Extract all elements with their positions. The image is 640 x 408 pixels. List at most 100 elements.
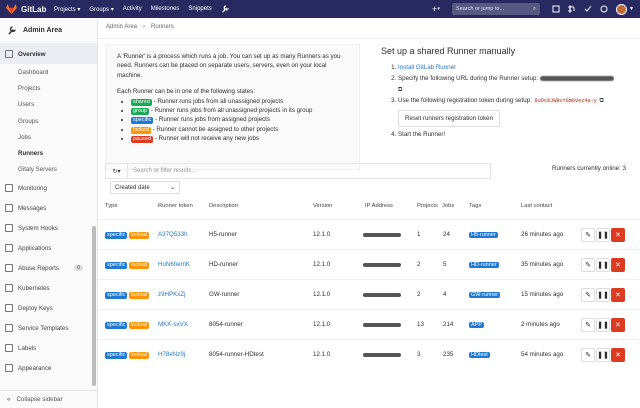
breadcrumb-runners[interactable]: Runners bbox=[151, 24, 174, 30]
redacted-ip-address bbox=[363, 233, 401, 237]
specific-badge: specific bbox=[105, 232, 128, 239]
sort-dropdown[interactable]: Created date ⌄ bbox=[110, 181, 180, 194]
tag-badge: GW-runner bbox=[469, 292, 501, 298]
sidebar-item-system-hooks[interactable]: System Hooks bbox=[0, 218, 97, 238]
sidebar-item-dashboard[interactable]: Dashboard bbox=[0, 64, 97, 80]
runner-token-link[interactable]: H78eNz9j bbox=[158, 351, 185, 358]
runner-states-list: shared - Runner runs jobs from all unass… bbox=[117, 97, 349, 144]
runner-version: 12.1.0 bbox=[313, 351, 331, 358]
specific-badge: specific bbox=[105, 292, 128, 299]
sidebar-item-messages[interactable]: Messages bbox=[0, 198, 97, 218]
runner-token-link[interactable]: MKK-sxVX bbox=[158, 321, 188, 328]
overview-icon bbox=[5, 50, 13, 58]
user-avatar[interactable] bbox=[616, 3, 628, 15]
collapse-sidebar-button[interactable]: « Collapse sidebar bbox=[0, 390, 98, 408]
sidebar-item-abuse-reports[interactable]: Abuse Reports 0 bbox=[0, 258, 97, 278]
help-button[interactable] bbox=[596, 0, 612, 18]
key-icon bbox=[5, 304, 13, 313]
sidebar-item-gitaly-servers[interactable]: Gitaly Servers bbox=[0, 162, 97, 178]
copy-icon[interactable]: ⧉ bbox=[398, 86, 402, 93]
nav-snippets[interactable]: Snippets bbox=[188, 6, 211, 12]
remove-runner-button[interactable]: ✕ bbox=[611, 228, 625, 242]
breadcrumb: Admin Area › Runners bbox=[106, 24, 174, 30]
column-header-ip: IP Address bbox=[365, 203, 393, 209]
brand-name: GitLab bbox=[21, 4, 47, 14]
merge-requests-button[interactable] bbox=[564, 0, 580, 18]
pause-icon: ❚❚ bbox=[597, 262, 609, 269]
gitlab-logo[interactable]: GitLab bbox=[6, 4, 54, 14]
chevron-down-icon[interactable]: ▼ bbox=[629, 6, 634, 12]
pause-runner-button[interactable]: ❚❚ bbox=[596, 288, 610, 302]
edit-runner-button[interactable]: ✎ bbox=[581, 288, 595, 302]
new-dropdown-button[interactable]: + ▾ bbox=[432, 4, 446, 14]
remove-runner-button[interactable]: ✕ bbox=[611, 288, 625, 302]
runner-tag: HD-runner bbox=[469, 261, 499, 268]
sidebar-scrollbar[interactable] bbox=[92, 226, 96, 386]
state-description: - Runner runs jobs from all unassigned p… bbox=[150, 107, 313, 115]
admin-wrench-icon[interactable] bbox=[221, 5, 229, 13]
sidebar-item-runners[interactable]: Runners bbox=[0, 145, 97, 161]
sidebar-item-service-templates[interactable]: Service Templates bbox=[0, 318, 97, 338]
sidebar-header[interactable]: Admin Area bbox=[0, 18, 97, 44]
sidebar-item-appearance[interactable]: Appearance bbox=[0, 358, 97, 378]
pause-icon: ❚❚ bbox=[597, 292, 609, 299]
group-badge: group bbox=[131, 108, 150, 116]
runner-token-link[interactable]: A37Q533h bbox=[158, 231, 188, 238]
nav-groups[interactable]: Groups ▾ bbox=[89, 6, 113, 13]
sidebar-item-monitoring[interactable]: Monitoring bbox=[0, 178, 97, 198]
recent-searches-button[interactable]: ↻▾ bbox=[106, 163, 128, 179]
runner-version: 12.1.0 bbox=[313, 231, 331, 238]
redacted-ip-address bbox=[363, 353, 401, 357]
runner-last-contact: 2 minutes ago bbox=[521, 321, 560, 328]
sidebar-item-kubernetes[interactable]: Kubernetes bbox=[0, 278, 97, 298]
tag-badge: H5-runner bbox=[469, 232, 498, 238]
sidebar-item-applications[interactable]: Applications bbox=[0, 238, 97, 258]
close-icon: ✕ bbox=[615, 322, 621, 329]
list-item: group - Runner runs jobs from all unassi… bbox=[131, 106, 349, 116]
remove-runner-button[interactable]: ✕ bbox=[611, 318, 625, 332]
sidebar-item-overview[interactable]: Overview bbox=[0, 44, 97, 64]
breadcrumb-admin-area[interactable]: Admin Area bbox=[106, 24, 137, 30]
runner-token-link[interactable]: HoN6hemK bbox=[158, 261, 190, 268]
sidebar-item-projects[interactable]: Projects bbox=[0, 80, 97, 96]
todos-button[interactable] bbox=[580, 0, 596, 18]
nav-activity[interactable]: Activity bbox=[123, 6, 142, 12]
edit-runner-button[interactable]: ✎ bbox=[581, 228, 595, 242]
filter-search-bar[interactable]: ↻▾ Search or filter results... bbox=[105, 163, 491, 179]
remove-runner-button[interactable]: ✕ bbox=[611, 258, 625, 272]
search-input[interactable]: Search or jump to... ⌕ bbox=[452, 3, 541, 15]
setup-steps: Install GitLab Runner Specify the follow… bbox=[381, 62, 640, 140]
edit-runner-button[interactable]: ✎ bbox=[581, 258, 595, 272]
edit-runner-button[interactable]: ✎ bbox=[581, 318, 595, 332]
pause-runner-button[interactable]: ❚❚ bbox=[596, 258, 610, 272]
search-placeholder: Search or jump to... bbox=[456, 6, 505, 12]
sidebar-item-label: Monitoring bbox=[18, 184, 47, 192]
close-icon: ✕ bbox=[615, 352, 621, 359]
pause-runner-button[interactable]: ❚❚ bbox=[596, 348, 610, 362]
step-text: Use the following registration token dur… bbox=[398, 97, 532, 104]
sidebar-item-deploy-keys[interactable]: Deploy Keys bbox=[0, 298, 97, 318]
sidebar-item-users[interactable]: Users bbox=[0, 97, 97, 113]
column-header-version: Version bbox=[313, 203, 333, 209]
copy-icon[interactable]: ⧉ bbox=[600, 97, 604, 104]
edit-runner-button[interactable]: ✎ bbox=[581, 348, 595, 362]
remove-runner-button[interactable]: ✕ bbox=[611, 348, 625, 362]
sidebar-item-labels[interactable]: Labels bbox=[0, 338, 97, 358]
locked-badge: locked bbox=[129, 262, 149, 269]
pause-runner-button[interactable]: ❚❚ bbox=[596, 228, 610, 242]
runner-tag: HDtest bbox=[469, 351, 490, 358]
sidebar-item-groups[interactable]: Groups bbox=[0, 113, 97, 129]
step-text: Specify the following URL during the Run… bbox=[398, 75, 539, 82]
column-header-jobs: Jobs bbox=[442, 203, 455, 209]
runner-token-link[interactable]: z9HPKxZj bbox=[158, 291, 186, 298]
nav-projects[interactable]: Projects ▾ bbox=[54, 6, 80, 13]
admin-wrench-icon bbox=[8, 26, 16, 35]
runner-jobs-count: 4 bbox=[443, 291, 447, 298]
nav-milestones[interactable]: Milestones bbox=[151, 6, 180, 12]
issues-button[interactable] bbox=[548, 0, 564, 18]
install-runner-link[interactable]: Install GitLab Runner bbox=[398, 64, 456, 71]
runner-states-title: Each Runner can be in one of the followi… bbox=[117, 88, 255, 96]
sidebar-item-jobs[interactable]: Jobs bbox=[0, 129, 97, 145]
reset-token-button[interactable]: Reset runners registration token bbox=[398, 110, 501, 127]
pause-runner-button[interactable]: ❚❚ bbox=[596, 318, 610, 332]
